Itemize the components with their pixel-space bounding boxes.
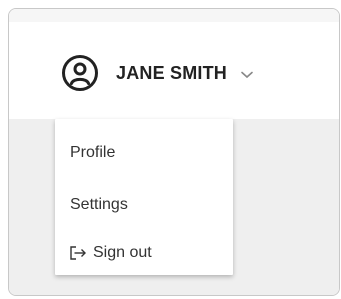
user-menu-trigger[interactable]: JANE SMITH — [61, 53, 253, 93]
menu-item-profile[interactable]: Profile — [70, 141, 115, 165]
top-strip — [9, 9, 339, 22]
menu-item-label: Settings — [70, 196, 128, 213]
menu-item-label: Sign out — [93, 244, 152, 261]
menu-item-sign-out[interactable]: Sign out — [70, 241, 152, 265]
menu-item-label: Profile — [70, 144, 116, 161]
menu-item-settings[interactable]: Settings — [70, 193, 128, 217]
chevron-down-icon — [241, 71, 253, 79]
sign-out-icon — [70, 246, 86, 260]
user-circle-icon — [62, 55, 98, 91]
app-frame: JANE SMITH Profile Settings Sign out — [8, 8, 340, 296]
user-name: JANE SMITH — [116, 62, 228, 83]
user-dropdown-menu: Profile Settings Sign out — [55, 119, 233, 275]
